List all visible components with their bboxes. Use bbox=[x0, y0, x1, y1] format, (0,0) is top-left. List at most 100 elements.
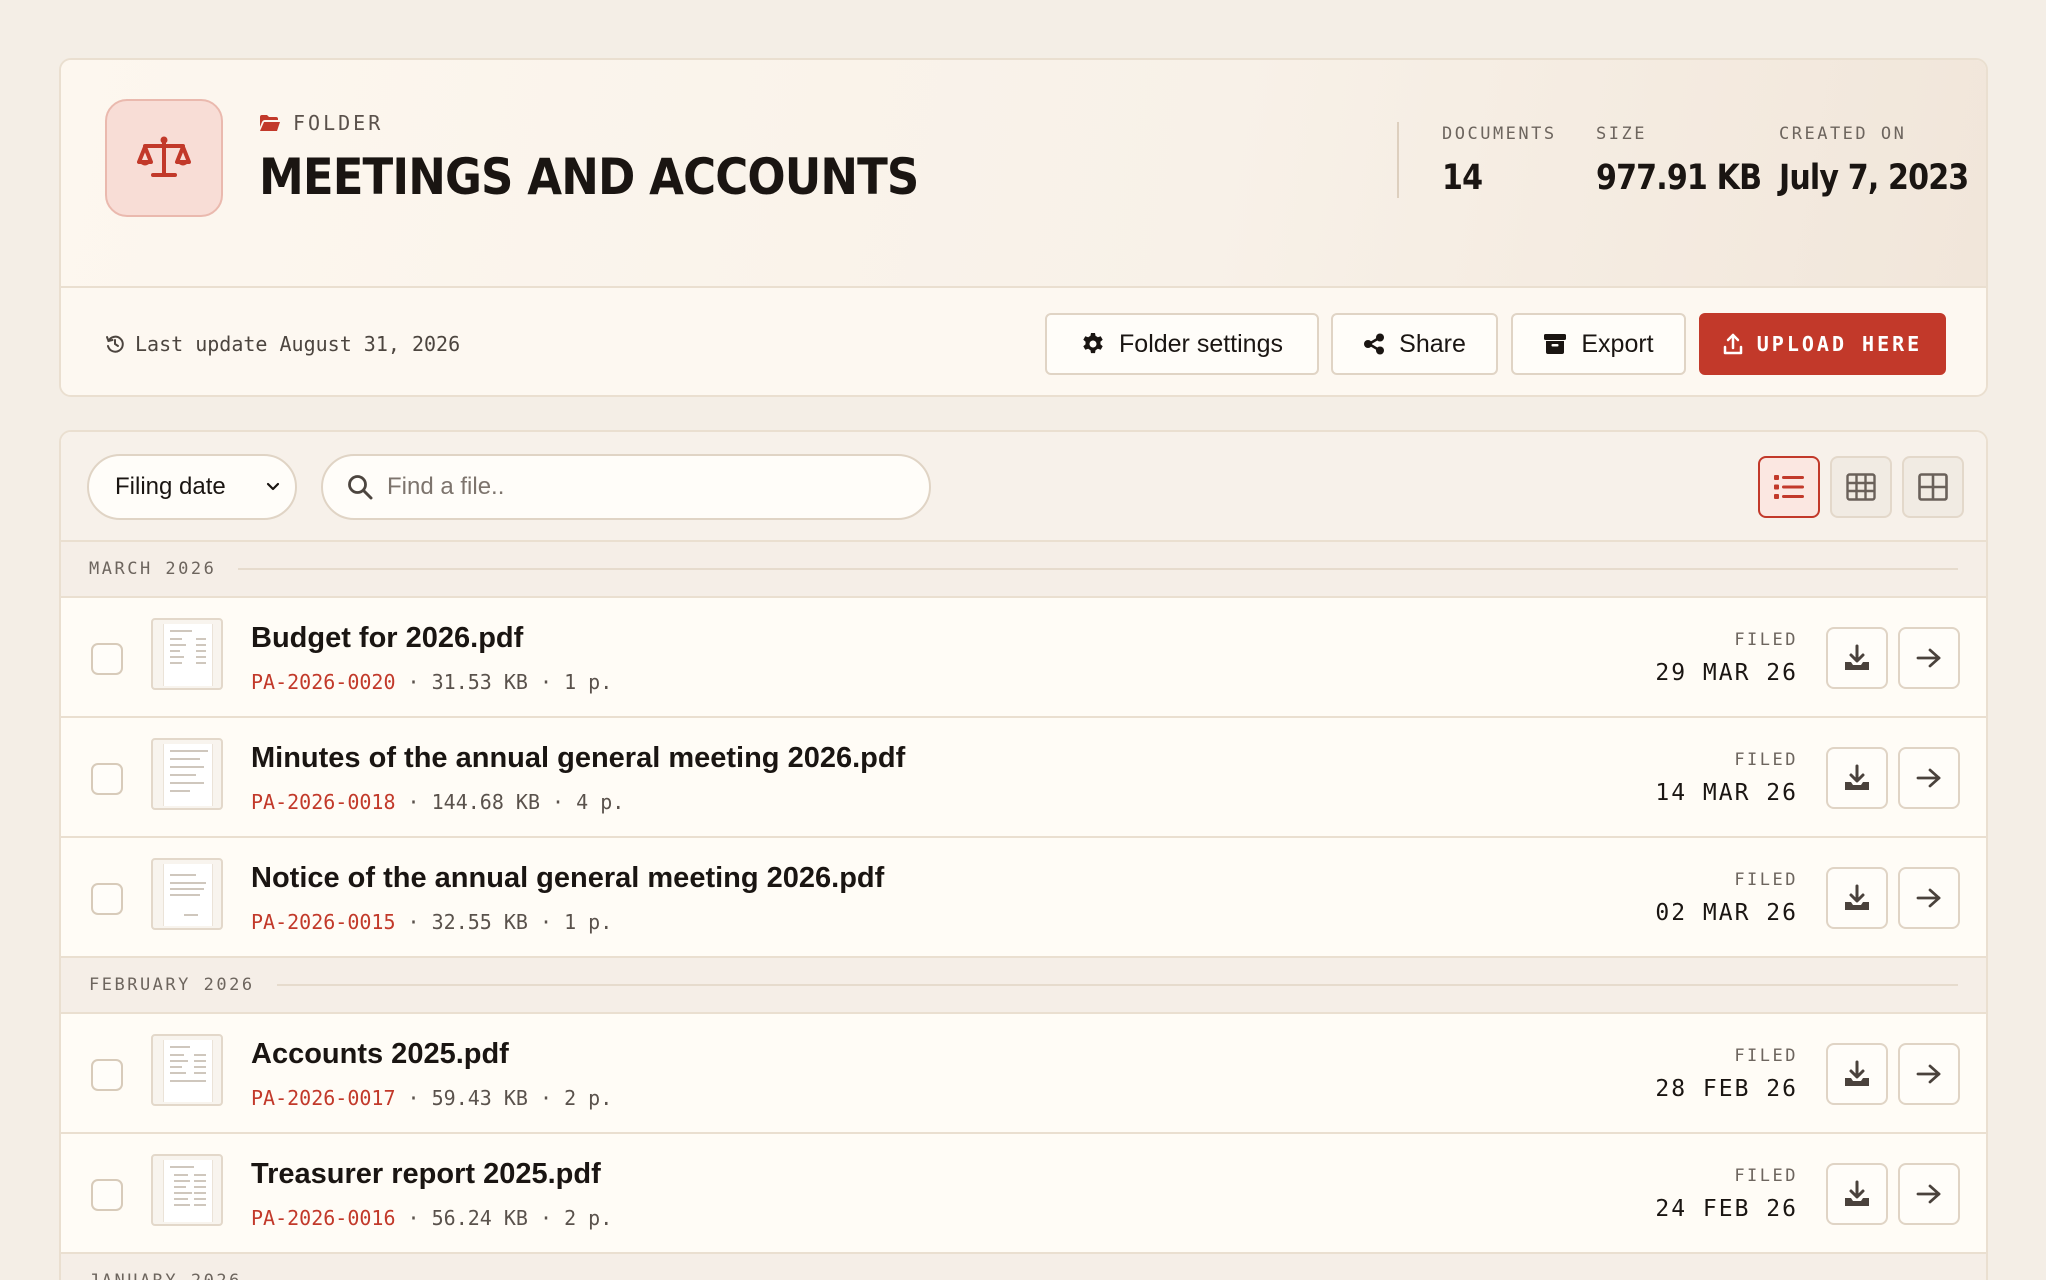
row-checkbox[interactable] bbox=[91, 643, 123, 675]
file-reference: PA-2026-0017 bbox=[251, 1086, 396, 1110]
arrow-right-icon bbox=[1916, 1064, 1941, 1084]
file-size: 59.43 KB bbox=[431, 1086, 528, 1110]
file-meta: PA-2026-0015 · 32.55 KB · 1 p. bbox=[251, 910, 613, 934]
folder-actions-bar: Last update August 31, 2026 Folder setti… bbox=[61, 288, 1986, 395]
row-checkbox[interactable] bbox=[91, 1179, 123, 1211]
download-icon bbox=[1845, 1060, 1869, 1086]
filed-date: 28 FEB 26 bbox=[1655, 1076, 1798, 1102]
arrow-right-icon bbox=[1916, 888, 1941, 908]
table-view-button[interactable] bbox=[1830, 456, 1892, 518]
file-thumbnail bbox=[151, 1034, 223, 1106]
file-name[interactable]: Budget for 2026.pdf bbox=[251, 622, 523, 655]
filed-date: 24 FEB 26 bbox=[1655, 1196, 1798, 1222]
file-meta: PA-2026-0020 · 31.53 KB · 1 p. bbox=[251, 670, 613, 694]
filed-label: FILED bbox=[1734, 750, 1798, 770]
group-divider bbox=[238, 568, 1958, 570]
file-thumbnail bbox=[151, 1154, 223, 1226]
filed-label: FILED bbox=[1734, 870, 1798, 890]
filed-date: 29 MAR 26 bbox=[1655, 660, 1798, 686]
file-row[interactable]: Accounts 2025.pdf PA-2026-0017 · 59.43 K… bbox=[61, 1014, 1986, 1134]
file-reference: PA-2026-0016 bbox=[251, 1206, 396, 1230]
page-title: MEETINGS AND ACCOUNTS bbox=[259, 148, 919, 206]
export-button[interactable]: Export bbox=[1511, 313, 1686, 375]
history-icon bbox=[106, 335, 124, 353]
share-label: Share bbox=[1399, 329, 1466, 358]
upload-button[interactable]: UPLOAD HERE bbox=[1699, 313, 1946, 375]
file-meta: PA-2026-0016 · 56.24 KB · 2 p. bbox=[251, 1206, 613, 1230]
file-name[interactable]: Minutes of the annual general meeting 20… bbox=[251, 742, 905, 775]
file-pages: 1 p. bbox=[564, 910, 613, 934]
group-label: JANUARY 2026 bbox=[89, 1271, 242, 1280]
stat-label: DOCUMENTS bbox=[1442, 124, 1557, 144]
group-header-march-2026: MARCH 2026 bbox=[61, 542, 1986, 598]
open-file-button[interactable] bbox=[1898, 867, 1960, 929]
grid-view-button[interactable] bbox=[1902, 456, 1964, 518]
file-thumbnail bbox=[151, 738, 223, 810]
grid-icon bbox=[1918, 473, 1948, 501]
download-icon bbox=[1845, 764, 1869, 790]
file-thumbnail bbox=[151, 618, 223, 690]
file-row[interactable]: Minutes of the annual general meeting 20… bbox=[61, 718, 1986, 838]
stat-size: SIZE 977.91 KB bbox=[1596, 124, 1788, 198]
filed-label: FILED bbox=[1734, 630, 1798, 650]
share-icon bbox=[1364, 333, 1385, 355]
search-box bbox=[321, 454, 931, 520]
open-file-button[interactable] bbox=[1898, 747, 1960, 809]
row-checkbox[interactable] bbox=[91, 1059, 123, 1091]
archive-icon bbox=[1544, 334, 1567, 354]
folder-emblem bbox=[105, 99, 223, 217]
file-meta: PA-2026-0018 · 144.68 KB · 4 p. bbox=[251, 790, 625, 814]
open-file-button[interactable] bbox=[1898, 1043, 1960, 1105]
upload-label: UPLOAD HERE bbox=[1756, 332, 1923, 356]
file-size: 56.24 KB bbox=[431, 1206, 528, 1230]
filed-label: FILED bbox=[1734, 1166, 1798, 1186]
folder-header-top: FOLDER MEETINGS AND ACCOUNTS DOCUMENTS 1… bbox=[61, 60, 1986, 288]
file-row[interactable]: Treasurer report 2025.pdf PA-2026-0016 ·… bbox=[61, 1134, 1986, 1254]
folder-kicker-label: FOLDER bbox=[293, 111, 384, 135]
download-button[interactable] bbox=[1826, 747, 1888, 809]
folder-settings-button[interactable]: Folder settings bbox=[1045, 313, 1319, 375]
folder-header: FOLDER MEETINGS AND ACCOUNTS DOCUMENTS 1… bbox=[59, 58, 1988, 397]
folder-kicker: FOLDER bbox=[259, 111, 383, 135]
download-button[interactable] bbox=[1826, 627, 1888, 689]
file-reference: PA-2026-0020 bbox=[251, 670, 396, 694]
filed-date: 14 MAR 26 bbox=[1655, 780, 1798, 806]
table-grid-icon bbox=[1846, 473, 1876, 501]
stat-label: CREATED ON bbox=[1779, 124, 1907, 144]
file-pages: 1 p. bbox=[564, 670, 613, 694]
file-row[interactable]: Budget for 2026.pdf PA-2026-0020 · 31.53… bbox=[61, 598, 1986, 718]
search-icon bbox=[348, 475, 373, 500]
open-file-button[interactable] bbox=[1898, 1163, 1960, 1225]
group-label: MARCH 2026 bbox=[89, 559, 217, 579]
file-name[interactable]: Notice of the annual general meeting 202… bbox=[251, 862, 884, 895]
files-toolbar: Filing date bbox=[61, 432, 1986, 542]
row-checkbox[interactable] bbox=[91, 763, 123, 795]
file-meta: PA-2026-0017 · 59.43 KB · 2 p. bbox=[251, 1086, 613, 1110]
arrow-right-icon bbox=[1916, 1184, 1941, 1204]
stat-documents: DOCUMENTS 14 bbox=[1442, 124, 1557, 198]
file-name[interactable]: Treasurer report 2025.pdf bbox=[251, 1158, 601, 1191]
stat-label: SIZE bbox=[1596, 124, 1647, 144]
download-button[interactable] bbox=[1826, 1163, 1888, 1225]
last-update: Last update August 31, 2026 bbox=[105, 332, 460, 356]
arrow-right-icon bbox=[1916, 768, 1941, 788]
arrow-right-icon bbox=[1916, 648, 1941, 668]
sort-select[interactable]: Filing date bbox=[87, 454, 297, 520]
stat-created-on: CREATED ON July 7, 2023 bbox=[1779, 124, 1986, 198]
files-panel: Filing date Find a file.. MARCH 2026 Bud… bbox=[59, 430, 1988, 1280]
file-reference: PA-2026-0018 bbox=[251, 790, 396, 814]
row-checkbox[interactable] bbox=[91, 883, 123, 915]
file-size: 32.55 KB bbox=[431, 910, 528, 934]
share-button[interactable]: Share bbox=[1331, 313, 1498, 375]
download-button[interactable] bbox=[1826, 867, 1888, 929]
list-icon bbox=[1774, 475, 1804, 499]
stat-value: 977.91 KB bbox=[1596, 158, 1762, 198]
filed-date: 02 MAR 26 bbox=[1655, 900, 1798, 926]
open-file-button[interactable] bbox=[1898, 627, 1960, 689]
list-view-button[interactable] bbox=[1758, 456, 1820, 518]
file-pages: 4 p. bbox=[576, 790, 625, 814]
download-button[interactable] bbox=[1826, 1043, 1888, 1105]
file-name[interactable]: Accounts 2025.pdf bbox=[251, 1038, 509, 1071]
file-row[interactable]: Notice of the annual general meeting 202… bbox=[61, 838, 1986, 958]
search-input[interactable] bbox=[387, 473, 907, 501]
